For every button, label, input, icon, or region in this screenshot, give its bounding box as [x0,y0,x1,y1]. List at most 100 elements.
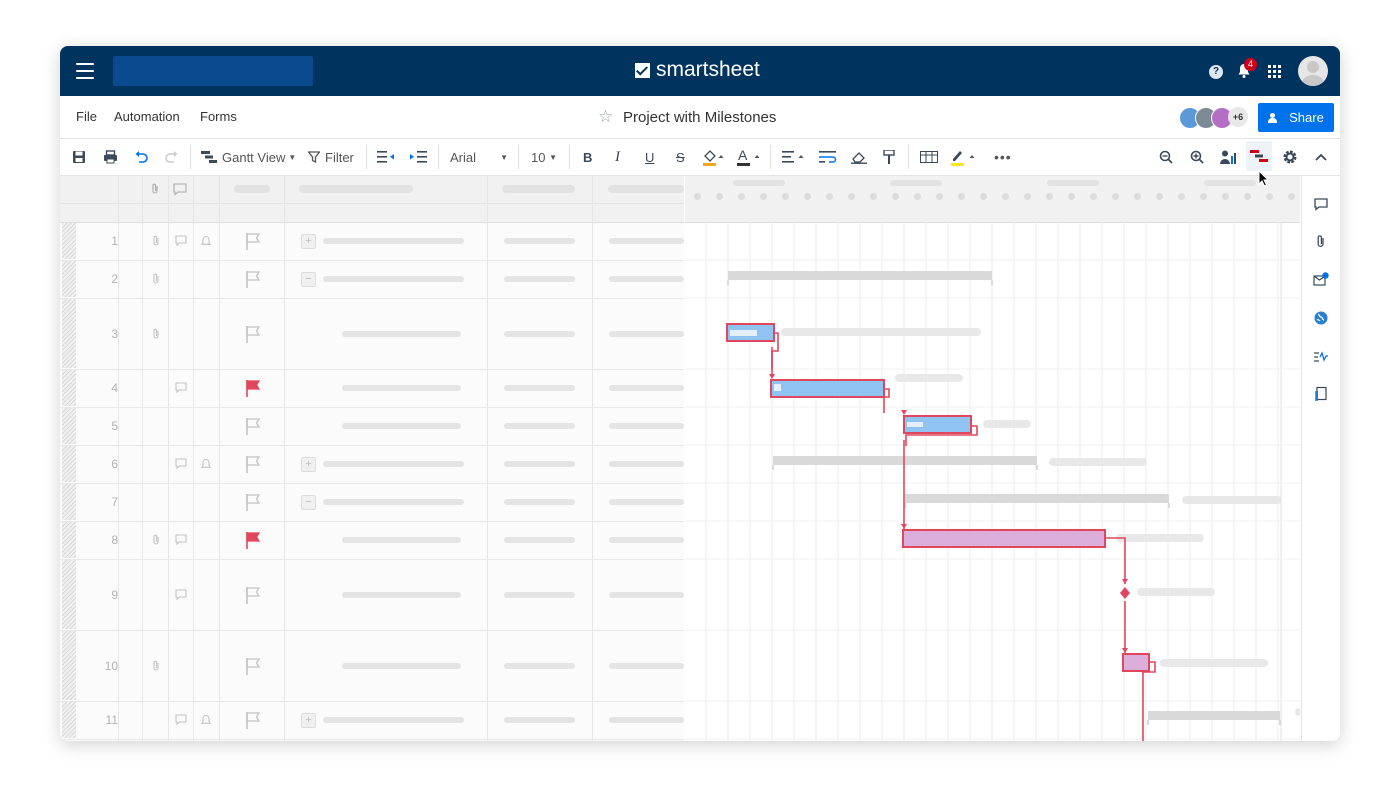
table-row[interactable]: 11 + [60,701,684,740]
align-icon[interactable] [782,147,808,167]
hamburger-icon[interactable] [76,63,94,79]
row-attachment-icon[interactable] [150,273,162,285]
expand-icon[interactable]: + [301,234,316,249]
table-row[interactable]: 4 [60,369,684,408]
summary-bar-end[interactable] [772,465,1038,470]
row-comment-icon[interactable] [175,714,187,726]
print-icon[interactable] [103,147,118,167]
bold-icon[interactable]: B [583,147,592,167]
row-drag-handle[interactable] [62,299,76,368]
row-bell-icon[interactable] [200,458,212,470]
table-row[interactable]: 8 [60,521,684,560]
table-row[interactable]: 10 [60,630,684,702]
row-comment-icon[interactable] [175,382,187,394]
milestone-diamond[interactable] [1120,587,1130,599]
redo-icon[interactable] [165,147,179,167]
flag-icon[interactable] [245,493,261,511]
zoom-out-icon[interactable] [1159,147,1173,167]
gantt-view-dropdown[interactable]: Gantt View ▼ [201,147,296,167]
fill-color-icon[interactable] [702,147,726,167]
row-comment-icon[interactable] [175,534,187,546]
table-row[interactable]: 6 + [60,445,684,484]
menu-forms[interactable]: Forms [200,109,237,124]
star-icon[interactable]: ☆ [598,107,613,127]
expand-icon[interactable]: + [301,457,316,472]
task-bar[interactable] [770,379,885,398]
flag-icon[interactable] [245,711,261,729]
zoom-in-icon[interactable] [1190,147,1204,167]
text-color-icon[interactable]: A [737,147,763,167]
outdent-icon[interactable] [377,147,395,167]
flag-icon[interactable] [245,586,261,604]
row-drag-handle[interactable] [62,522,76,558]
row-drag-handle[interactable] [62,631,76,700]
row-attachment-icon[interactable] [150,235,162,247]
summary-bar[interactable] [1148,711,1280,720]
menu-file[interactable]: File [76,109,97,124]
task-bar[interactable] [1122,653,1150,672]
table-row[interactable]: 5 [60,407,684,446]
font-family-select[interactable]: Arial ▼ [450,147,508,167]
critical-path-button[interactable] [1246,141,1272,171]
table-row[interactable]: 7− [60,483,684,522]
row-drag-handle[interactable] [62,261,76,297]
expand-icon[interactable]: + [301,713,316,728]
collapse-row-icon[interactable]: − [301,272,316,287]
row-drag-handle[interactable] [62,484,76,520]
row-drag-handle[interactable] [62,560,76,629]
row-drag-handle[interactable] [62,370,76,406]
strikethrough-icon[interactable]: S [676,147,685,167]
row-bell-icon[interactable] [200,714,212,726]
publish-icon[interactable] [1313,310,1329,326]
collapse-row-icon[interactable]: − [301,495,316,510]
task-bar-progress[interactable] [730,330,757,336]
summary-bar[interactable] [773,456,1037,465]
row-drag-handle[interactable] [62,223,76,259]
row-attachment-icon[interactable] [150,328,162,340]
flag-red-icon[interactable] [245,379,261,397]
undo-icon[interactable] [134,147,148,167]
flag-red-icon[interactable] [245,531,261,549]
help-icon[interactable]: ? [1209,65,1223,79]
flag-icon[interactable] [245,657,261,675]
flag-icon[interactable] [245,455,261,473]
more-icon[interactable]: ••• [994,147,1012,167]
underline-icon[interactable]: U [645,147,654,167]
settings-icon[interactable] [1282,147,1298,167]
menu-automation[interactable]: Automation [114,109,180,124]
table-row[interactable]: 3 [60,298,684,370]
share-button[interactable]: Share [1258,103,1334,132]
row-drag-handle[interactable] [62,446,76,482]
collapse-icon[interactable] [1315,147,1327,167]
table-icon[interactable] [920,147,938,167]
row-bell-icon[interactable] [200,235,212,247]
row-attachment-icon[interactable] [150,534,162,546]
flag-icon[interactable] [245,270,261,288]
eraser-icon[interactable] [851,147,867,167]
task-bar-progress[interactable] [774,384,781,391]
task-bar-progress[interactable] [907,422,923,427]
row-drag-handle[interactable] [62,702,76,738]
activity-icon[interactable] [1313,348,1329,364]
table-row[interactable]: 2− [60,260,684,299]
update-request-icon[interactable] [1313,272,1329,288]
task-bar[interactable] [902,529,1106,548]
flag-icon[interactable] [245,417,261,435]
resource-icon[interactable] [1220,147,1237,167]
row-comment-icon[interactable] [175,235,187,247]
collaborators-more-badge[interactable]: +6 [1228,107,1248,127]
row-comment-icon[interactable] [175,458,187,470]
table-row[interactable]: 1 + [60,222,684,261]
summary-bar-end[interactable] [904,503,1170,508]
summary-bar[interactable] [728,271,992,280]
format-painter-icon[interactable] [883,147,895,167]
indent-icon[interactable] [409,147,427,167]
row-attachment-icon[interactable] [150,660,162,672]
summary-icon[interactable] [1313,386,1329,402]
row-comment-icon[interactable] [175,588,187,601]
attachment-icon[interactable] [1313,234,1329,250]
comment-icon[interactable] [1313,196,1329,212]
flag-icon[interactable] [245,232,261,250]
flag-icon[interactable] [245,325,261,343]
highlight-icon[interactable] [950,147,978,167]
